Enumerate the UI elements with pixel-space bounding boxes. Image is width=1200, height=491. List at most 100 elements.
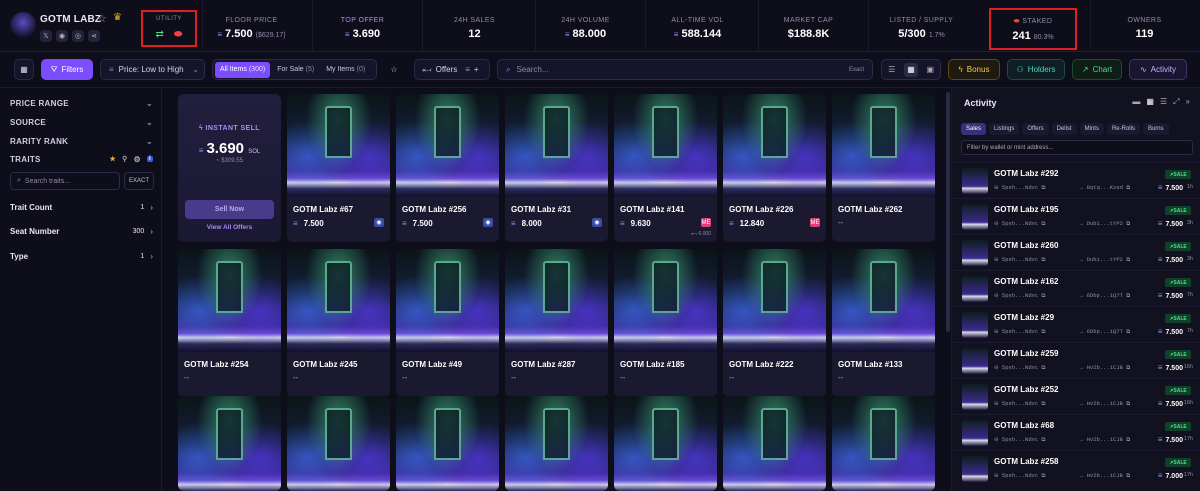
activity-from[interactable]: ⊖ 5psh...Ndvc ⧉	[994, 400, 1045, 408]
nft-card[interactable]	[723, 396, 826, 491]
discord-icon[interactable]: ◉	[56, 30, 68, 42]
nft-card[interactable]	[614, 396, 717, 491]
tab-my-items[interactable]: My Items (0)	[321, 62, 370, 78]
activity-tab-delist[interactable]: Delist	[1051, 123, 1077, 135]
nft-card[interactable]: GOTM Labz #31 ≡ 8.000 ◉	[505, 94, 608, 242]
activity-row[interactable]: GOTM Labz #259 ⊖ 5psh...Ndvc ⧉ → Hv2b...iC…	[952, 342, 1200, 377]
activity-nft-name[interactable]: GOTM Labz #68	[994, 421, 1054, 430]
compact-grid-icon[interactable]: ▦	[903, 62, 918, 77]
activity-row[interactable]: GOTM Labz #162 ⊖ 5psh...Ndvc ⧉ → 6Dbp...1Q…	[952, 270, 1200, 305]
activity-to[interactable]: → Hv2b...iCJB ⧉	[1080, 400, 1130, 408]
offers-button[interactable]: ⬷ Offers ≡ +	[414, 59, 490, 80]
large-grid-icon[interactable]: ▣	[923, 63, 937, 77]
activity-nft-name[interactable]: GOTM Labz #259	[994, 349, 1058, 358]
nft-card[interactable]	[287, 396, 390, 491]
activity-row[interactable]: GOTM Labz #260 ⊖ 5psh...Ndvc ⧉ → Dubi...tY…	[952, 234, 1200, 269]
activity-from[interactable]: ⊖ 5psh...Ndvc ⧉	[994, 436, 1045, 444]
info-icon[interactable]: i	[147, 156, 153, 162]
activity-row[interactable]: GOTM Labz #292 ⊖ 5psh...Ndvc ⧉ → 8qtq...Kz…	[952, 162, 1200, 197]
nft-card[interactable]	[832, 396, 935, 491]
nft-card[interactable]	[178, 396, 281, 491]
nft-card[interactable]: GOTM Labz #222 --	[723, 249, 826, 397]
nft-card[interactable]: GOTM Labz #287 --	[505, 249, 608, 397]
compact-list-icon[interactable]: ☰	[1160, 97, 1167, 107]
nft-card[interactable]: GOTM Labz #67 ≡ 7.500 ◉	[287, 94, 390, 242]
list-view-icon[interactable]: ▬	[1132, 97, 1140, 107]
nft-card[interactable]: GOTM Labz #49 --	[396, 249, 499, 397]
nft-card[interactable]	[505, 396, 608, 491]
close-panel-icon[interactable]: »	[1186, 97, 1190, 107]
grid-scrollbar[interactable]	[946, 92, 950, 332]
filters-button[interactable]: ⛛ Filters	[41, 59, 93, 80]
chart-button[interactable]: ↗ Chart	[1072, 59, 1122, 80]
activity-nft-name[interactable]: GOTM Labz #29	[994, 313, 1054, 322]
share-icon[interactable]: ⋖	[88, 30, 100, 42]
stake-steak-icon[interactable]: ⬬	[174, 29, 183, 40]
activity-tab-re-rolls[interactable]: Re-Rolls	[1106, 123, 1140, 135]
source-section[interactable]: SOURCE ⌄	[10, 115, 153, 129]
nft-card[interactable]: GOTM Labz #185 --	[614, 249, 717, 397]
activity-nft-name[interactable]: GOTM Labz #260	[994, 241, 1058, 250]
activity-tab-mints[interactable]: Mints	[1079, 123, 1104, 135]
activity-from[interactable]: ⊖ 5psh...Ndvc ⧉	[994, 256, 1045, 264]
activity-from[interactable]: ⊖ 5psh...Ndvc ⧉	[994, 328, 1045, 336]
collection-avatar[interactable]	[10, 12, 36, 38]
bonus-button[interactable]: ϟ Bonus	[948, 59, 1000, 80]
rarity-rank-section[interactable]: RARITY RANK ⌄	[10, 134, 153, 148]
tab-all-items[interactable]: All Items (300)	[215, 61, 271, 78]
nft-card[interactable]: GOTM Labz #141 ≡ 9.630 ME ⬷ 6.000	[614, 94, 717, 242]
price-range-section[interactable]: PRICE RANGE ⌄	[10, 96, 153, 110]
trait-search-input[interactable]: ⌕ Search traits...	[10, 172, 120, 190]
grid-view-icon[interactable]: ▦	[1146, 97, 1154, 107]
search-exact-toggle[interactable]: Exact	[849, 67, 864, 73]
activity-tab-offers[interactable]: Offers	[1022, 123, 1049, 135]
x-icon[interactable]: 𝕏	[40, 30, 52, 42]
activity-row[interactable]: GOTM Labz #29 ⊖ 5psh...Ndvc ⧉ → 6Dbp...1Q7…	[952, 306, 1200, 341]
activity-to[interactable]: → 6Dbp...1Q7T ⧉	[1080, 328, 1130, 336]
activity-nft-name[interactable]: GOTM Labz #195	[994, 205, 1058, 214]
activity-from[interactable]: ⊖ 5psh...Ndvc ⧉	[994, 220, 1045, 228]
activity-to[interactable]: → 8qtq...Kzed ⧉	[1080, 184, 1130, 192]
nft-card[interactable]: GOTM Labz #256 ≡ 7.500 ◉	[396, 94, 499, 242]
activity-from[interactable]: ⊖ 5psh...Ndvc ⧉	[994, 292, 1045, 300]
activity-button[interactable]: ∿ Activity	[1129, 59, 1187, 80]
activity-row[interactable]: GOTM Labz #68 ⊖ 5psh...Ndvc ⧉ → Hv2b...iCJ…	[952, 414, 1200, 449]
activity-from[interactable]: ⊖ 5psh...Ndvc ⧉	[994, 184, 1045, 192]
trait-trait-count[interactable]: Trait Count 1 ›	[10, 200, 153, 214]
settings-gear-icon[interactable]: ⚙	[134, 155, 141, 164]
activity-tab-sales[interactable]: Sales	[961, 123, 987, 135]
exact-toggle-button[interactable]: EXACT	[124, 172, 154, 190]
magic-wand-icon[interactable]: ⚲	[122, 155, 127, 163]
activity-to[interactable]: → Dubi...tYP2 ⧉	[1080, 256, 1130, 264]
search-input[interactable]: ⌕ Search... Exact	[497, 59, 873, 80]
activity-nft-name[interactable]: GOTM Labz #258	[994, 457, 1058, 466]
collapse-sidebar-button[interactable]: ▦	[14, 59, 34, 80]
nft-card[interactable]	[396, 396, 499, 491]
activity-nft-name[interactable]: GOTM Labz #252	[994, 385, 1058, 394]
nft-card[interactable]: GOTM Labz #245 --	[287, 249, 390, 397]
activity-to[interactable]: → 6Dbp...1Q7T ⧉	[1080, 292, 1130, 300]
rarity-star-icon[interactable]: ★	[110, 155, 117, 163]
favorite-star-icon[interactable]: ☆	[97, 12, 107, 25]
activity-filter-input[interactable]: Filter by wallet or mint address...	[961, 140, 1193, 155]
nft-card[interactable]: GOTM Labz #226 ≡ 12.840 ME	[723, 94, 826, 242]
activity-from[interactable]: ⊖ 5psh...Ndvc ⧉	[994, 364, 1045, 372]
trait-type[interactable]: Type 1 ›	[10, 249, 153, 263]
traits-section[interactable]: TRAITS ★ ⚲ ⚙ i	[10, 152, 153, 166]
activity-to[interactable]: → Hv2b...iCJB ⧉	[1080, 472, 1130, 480]
nft-card[interactable]: GOTM Labz #262 --	[832, 94, 935, 242]
activity-row[interactable]: GOTM Labz #258 ⊖ 5psh...Ndvc ⧉ → Hv2b...iC…	[952, 450, 1200, 485]
activity-tab-listings[interactable]: Listings	[989, 123, 1020, 135]
list-view-icon[interactable]: ☰	[885, 63, 899, 77]
nft-card[interactable]: GOTM Labz #254 --	[178, 249, 281, 397]
activity-to[interactable]: → Hv2b...iCJB ⧉	[1080, 364, 1130, 372]
reroll-icon[interactable]: ⇄	[156, 29, 164, 40]
activity-tab-burns[interactable]: Burns	[1142, 123, 1169, 135]
trait-seat-number[interactable]: Seat Number 300 ›	[10, 224, 153, 238]
activity-nft-name[interactable]: GOTM Labz #292	[994, 169, 1058, 178]
nft-card[interactable]: GOTM Labz #133 --	[832, 249, 935, 397]
expand-icon[interactable]: ⤢	[1173, 97, 1179, 107]
holders-button[interactable]: ⚇ Holders	[1007, 59, 1065, 80]
favorites-filter-button[interactable]: ☆	[383, 59, 405, 80]
sort-select[interactable]: ≡ Price: Low to High ⌄	[100, 59, 205, 80]
